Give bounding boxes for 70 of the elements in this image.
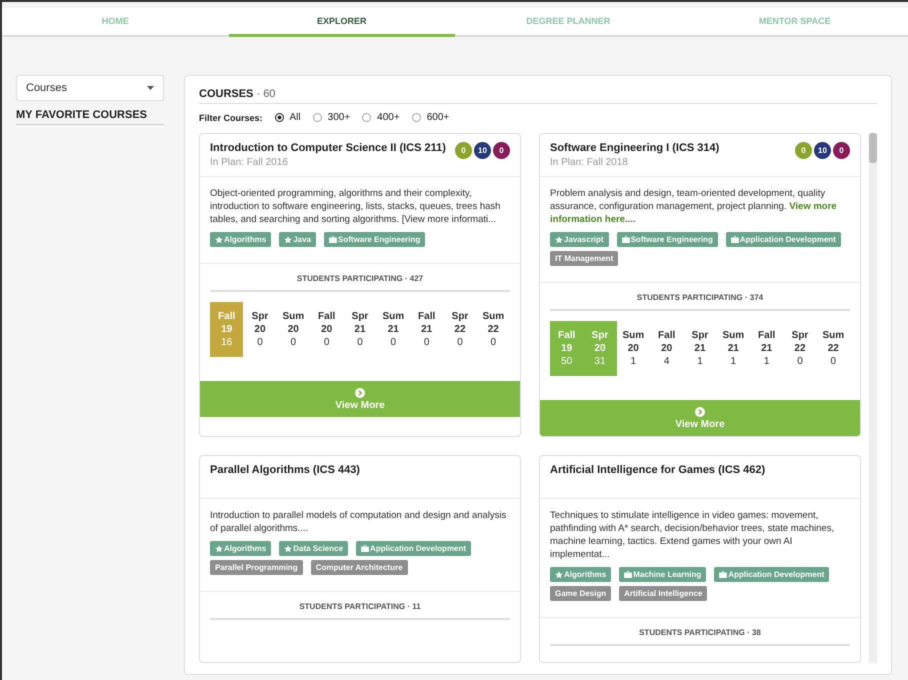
count-badge: 10	[474, 142, 491, 159]
interest-tag[interactable]: Software Engineering	[616, 232, 718, 247]
interest-tag[interactable]: Machine Learning	[619, 567, 706, 582]
semester-cell-text: Spr 22 0	[450, 310, 470, 350]
semester-cell: Spr 20 31	[583, 321, 617, 376]
count-badge: 0	[455, 142, 472, 159]
count-badge: 0	[493, 142, 510, 159]
semester-cell-text: Spr 22 0	[790, 329, 810, 369]
interest-tag[interactable]: Java	[279, 232, 316, 247]
semester-cell-text: Sum 20 0	[281, 310, 306, 350]
interest-tag[interactable]: Algorithms	[210, 541, 272, 556]
interest-tag[interactable]: Data Science	[279, 541, 348, 556]
view-more-button[interactable]: View More	[540, 400, 860, 436]
category-dropdown[interactable]: Courses	[16, 75, 164, 101]
count-badge: 0	[833, 142, 850, 159]
semester-cell-text: Sum 21 1	[721, 329, 746, 369]
interest-tag[interactable]: Application Development	[356, 541, 472, 556]
plan-term: In Plan: Fall 2016	[210, 157, 289, 168]
panel-title: COURSES	[199, 88, 254, 100]
interest-tag[interactable]: Computer Architecture	[310, 560, 408, 575]
filter-label: Filter Courses:	[199, 112, 263, 122]
semester-cell-text: Sum 20 1	[621, 329, 646, 369]
view-more-button[interactable]: View More	[200, 381, 520, 417]
semester-cell: Fall 19 50	[550, 321, 584, 376]
count-badge: 10	[814, 142, 831, 159]
interest-tag[interactable]: Software Engineering	[324, 232, 426, 247]
semester-cell-text: Spr 20 0	[250, 310, 270, 350]
nav-tab[interactable]: HOME	[2, 8, 228, 37]
interest-tag[interactable]: Javascript	[550, 232, 609, 247]
course-title[interactable]: Software Engineering I (ICS 314)	[550, 142, 720, 154]
nav-tab[interactable]: EXPLORER	[228, 8, 455, 37]
semester-cell-text: Fall 20 0	[317, 310, 336, 350]
participation-label: STUDENTS PARTICIPATING · 38	[550, 628, 850, 646]
interest-tag[interactable]: Algorithms	[210, 232, 272, 247]
semester-cell-text: Fall 21 0	[417, 310, 436, 350]
nav-tab[interactable]: MENTOR SPACE	[682, 8, 908, 37]
participation-label: STUDENTS PARTICIPATING · 374	[550, 293, 850, 311]
course-description: Problem analysis and design, team-oriented development, quality assurance, configuration management, project planning. View more information here....	[550, 187, 838, 226]
interest-tag[interactable]: Algorithms	[550, 567, 612, 582]
semester-cell-text: Sum 22 0	[481, 310, 506, 350]
nav-tab[interactable]: DEGREE PLANNER	[455, 8, 682, 37]
participation-label: STUDENTS PARTICIPATING · 427	[210, 274, 510, 292]
count-badge: 0	[795, 142, 812, 159]
course-description: Techniques to stimulate intelligence in video games: movement, pathfinding with A* search, decision/behavior trees, state machines, machine learning, tactics. Extend games with your own AI implementat...	[550, 509, 836, 561]
semester-cell-text: Fall 20 4	[657, 329, 676, 369]
course-description: Introduction to parallel models of computation and design and analysis of parallel algorithms....	[210, 509, 508, 535]
filter-radio[interactable]: 300+	[312, 112, 350, 123]
interest-tag[interactable]: Application Development	[726, 232, 841, 247]
course-title[interactable]: Artificial Intelligence for Games (ICS 462)	[550, 464, 766, 476]
filter-radio[interactable]: All	[274, 112, 301, 123]
interest-tag[interactable]: Game Design	[550, 586, 612, 601]
filter-radio[interactable]: 400+	[362, 112, 400, 123]
semester-cell-text: Spr 21 0	[350, 310, 370, 350]
interest-tag[interactable]: Application Development	[714, 567, 830, 582]
interest-tag[interactable]: Artificial Intelligence	[619, 586, 708, 601]
course-title[interactable]: Introduction to Computer Science II (ICS 211)	[210, 142, 446, 154]
interest-tag[interactable]: IT Management	[550, 251, 618, 266]
semester-cell-text: Sum 21 0	[381, 310, 406, 350]
interest-tag[interactable]: Parallel Programming	[210, 560, 303, 575]
plan-term: In Plan: Fall 2018	[550, 157, 629, 168]
semester-cell-text: Spr 21 1	[690, 329, 710, 369]
course-title[interactable]: Parallel Algorithms (ICS 443)	[210, 464, 360, 476]
course-count: · 60	[256, 88, 276, 100]
participation-label: STUDENTS PARTICIPATING · 11	[210, 602, 510, 620]
semester-cell-text: Fall 21 1	[757, 329, 776, 369]
course-description: Object-oriented programming, algorithms and their complexity, introduction to software engineering, lists, stacks, queues, trees hash tables, and searching and sorting algorithms. [View more informati...	[210, 187, 502, 226]
favorites-heading: MY FAVORITE COURSES	[16, 101, 164, 125]
semester-cell-text: Sum 22 0	[821, 329, 846, 369]
semester-cell: Fall 19 16	[210, 302, 244, 357]
filter-radio[interactable]: 600+	[412, 112, 450, 123]
